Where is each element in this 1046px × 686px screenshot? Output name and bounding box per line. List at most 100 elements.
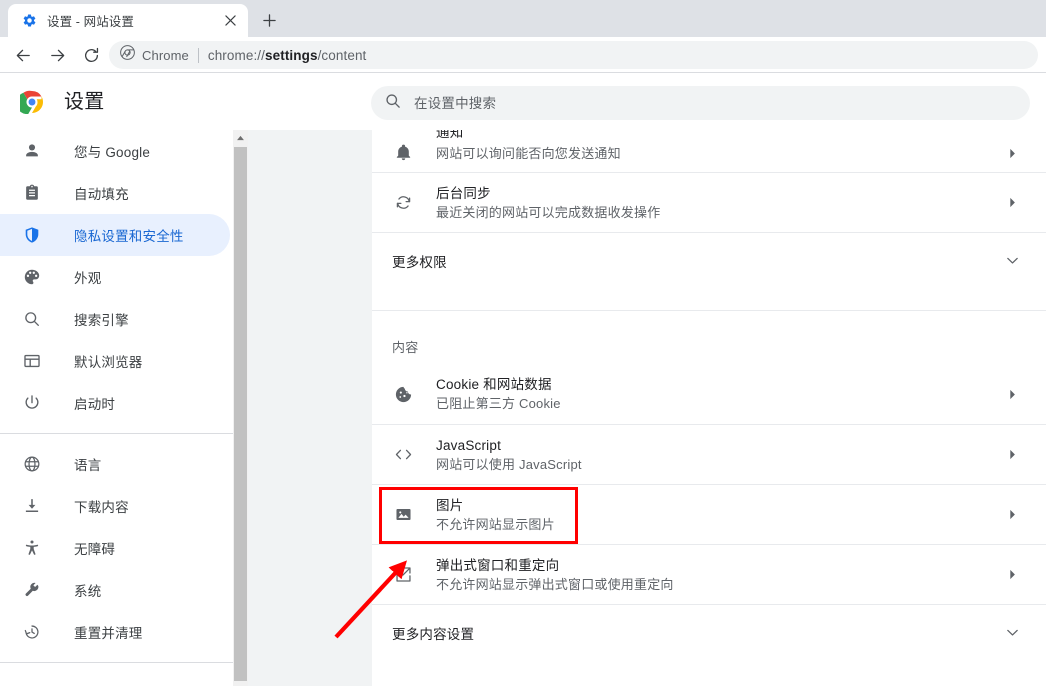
- image-icon: [392, 504, 414, 526]
- tab-strip: 设置 - 网站设置: [0, 0, 1046, 37]
- row-text: JavaScript 网站可以使用 JavaScript: [436, 436, 1002, 474]
- sidebar-item-label: 语言: [74, 454, 101, 474]
- sidebar-item-reset-and-clean-up[interactable]: 重置并清理: [0, 611, 230, 653]
- url-text: chrome://settings/content: [208, 48, 367, 63]
- sidebar-item-default-browser[interactable]: 默认浏览器: [0, 340, 230, 382]
- row-title: 弹出式窗口和重定向: [436, 556, 1002, 575]
- sidebar-item-autofill[interactable]: 自动填充: [0, 172, 230, 214]
- scroll-up-button[interactable]: [233, 130, 248, 146]
- sidebar-item-label: 搜索引擎: [74, 309, 129, 329]
- group-label-content: 内容: [372, 310, 1046, 364]
- row-notifications[interactable]: 通知 网站可以询问能否向您发送通知: [372, 130, 1046, 172]
- cookie-icon: [392, 383, 414, 405]
- search-input[interactable]: [414, 96, 1030, 111]
- plus-icon: [263, 14, 276, 27]
- sidebar-item-search-engine[interactable]: 搜索引擎: [0, 298, 230, 340]
- row-images[interactable]: 图片 不允许网站显示图片: [372, 484, 1046, 544]
- sidebar-item-label: 您与 Google: [74, 141, 150, 161]
- sidebar-item-extensions[interactable]: 扩展程序: [0, 672, 230, 686]
- row-subtitle: 网站可以使用 JavaScript: [436, 457, 582, 472]
- back-button[interactable]: [9, 41, 37, 69]
- site-chip[interactable]: Chrome: [120, 45, 189, 65]
- omnibox-divider: [198, 48, 199, 63]
- search-icon: [385, 93, 401, 114]
- row-title: 后台同步: [436, 184, 1002, 203]
- download-icon: [22, 496, 42, 516]
- page-scrollbar[interactable]: [233, 130, 248, 686]
- sidebar-item-label: 外观: [74, 267, 101, 287]
- open-in-new-icon: [392, 564, 414, 586]
- person-icon: [22, 141, 42, 161]
- row-subtitle: 最近关闭的网站可以完成数据收发操作: [436, 205, 660, 220]
- chrome-logo-icon: [120, 45, 135, 65]
- code-icon: [392, 444, 414, 466]
- row-cookies[interactable]: Cookie 和网站数据 已阻止第三方 Cookie: [372, 364, 1046, 424]
- chevron-right-icon[interactable]: [1002, 565, 1022, 585]
- section-more-content-settings[interactable]: 更多内容设置: [372, 604, 1046, 660]
- section-more-permissions[interactable]: 更多权限: [372, 232, 1046, 288]
- sync-icon: [392, 192, 414, 214]
- chevron-down-icon[interactable]: [1002, 251, 1022, 271]
- section-label: 更多内容设置: [392, 623, 474, 643]
- sidebar-item-label: 重置并清理: [74, 622, 143, 642]
- forward-button[interactable]: [43, 41, 71, 69]
- sidebar-item-label: 默认浏览器: [74, 351, 143, 371]
- bell-icon: [392, 141, 414, 163]
- chevron-right-icon[interactable]: [1002, 384, 1022, 404]
- section-label: 更多权限: [392, 251, 447, 271]
- site-chip-label: Chrome: [142, 48, 189, 63]
- settings-sidebar: 您与 Google 自动填充 隐私设置和安全性: [0, 130, 233, 686]
- sidebar-divider: [0, 662, 233, 663]
- shield-icon: [22, 225, 42, 245]
- section-spacer: [372, 288, 1046, 310]
- sidebar-item-label: 系统: [74, 580, 101, 600]
- reload-button[interactable]: [77, 41, 105, 69]
- chevron-right-icon[interactable]: [1002, 193, 1022, 213]
- row-background-sync[interactable]: 后台同步 最近关闭的网站可以完成数据收发操作: [372, 172, 1046, 232]
- scrollbar-thumb[interactable]: [234, 147, 247, 681]
- sidebar-item-privacy-and-security[interactable]: 隐私设置和安全性: [0, 214, 230, 256]
- row-text: 图片 不允许网站显示图片: [436, 496, 1002, 534]
- new-tab-button[interactable]: [256, 7, 282, 33]
- sidebar-item-languages[interactable]: 语言: [0, 443, 230, 485]
- browser-icon: [22, 351, 42, 371]
- row-title: 图片: [436, 496, 1002, 515]
- palette-icon: [22, 267, 42, 287]
- chevron-right-icon[interactable]: [1002, 445, 1022, 465]
- tab-settings[interactable]: 设置 - 网站设置: [8, 4, 248, 37]
- sidebar-item-downloads[interactable]: 下载内容: [0, 485, 230, 527]
- row-subtitle: 网站可以询问能否向您发送通知: [436, 144, 1002, 163]
- accessibility-icon: [22, 538, 42, 558]
- url-path: /content: [318, 48, 367, 63]
- power-icon: [22, 393, 42, 413]
- address-bar[interactable]: Chrome chrome://settings/content: [109, 41, 1038, 69]
- tab-title: 设置 - 网站设置: [47, 11, 220, 30]
- settings-search[interactable]: [371, 86, 1030, 120]
- sidebar-item-on-startup[interactable]: 启动时: [0, 382, 230, 424]
- settings-header: 设置: [0, 73, 1046, 130]
- chrome-logo-icon: [20, 90, 44, 114]
- row-title: Cookie 和网站数据: [436, 375, 1002, 394]
- sidebar-item-appearance[interactable]: 外观: [0, 256, 230, 298]
- sidebar-item-label: 隐私设置和安全性: [74, 225, 184, 245]
- chevron-down-icon[interactable]: [1002, 623, 1022, 643]
- row-subtitle: 不允许网站显示图片: [436, 517, 555, 532]
- sidebar-item-accessibility[interactable]: 无障碍: [0, 527, 230, 569]
- row-javascript[interactable]: JavaScript 网站可以使用 JavaScript: [372, 424, 1046, 484]
- sidebar-item-system[interactable]: 系统: [0, 569, 230, 611]
- row-subtitle: 已阻止第三方 Cookie: [436, 396, 561, 411]
- settings-content: 通知 网站可以询问能否向您发送通知 后台同步: [248, 130, 1046, 686]
- page-title: 设置: [64, 90, 105, 114]
- browser-window: 设置 - 网站设置: [0, 0, 1046, 686]
- chevron-right-icon[interactable]: [1002, 505, 1022, 525]
- close-icon[interactable]: [220, 11, 240, 31]
- chevron-right-icon[interactable]: [1002, 143, 1022, 163]
- arrow-left-icon: [15, 47, 32, 64]
- sidebar-item-label: 启动时: [74, 393, 115, 413]
- row-text: 通知 网站可以询问能否向您发送通知: [436, 130, 1002, 163]
- row-popups-and-redirects[interactable]: 弹出式窗口和重定向 不允许网站显示弹出式窗口或使用重定向: [372, 544, 1046, 604]
- url-host: settings: [265, 48, 318, 63]
- sidebar-item-you-and-google[interactable]: 您与 Google: [0, 130, 230, 172]
- row-title: JavaScript: [436, 436, 1002, 455]
- row-text: Cookie 和网站数据 已阻止第三方 Cookie: [436, 375, 1002, 413]
